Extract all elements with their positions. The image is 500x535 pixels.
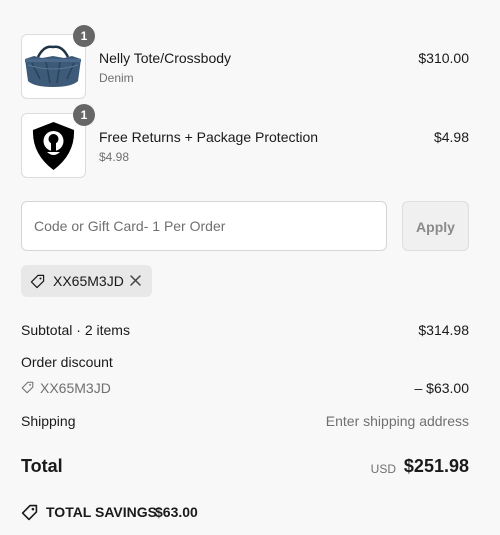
item-price: $310.00 [418, 50, 469, 66]
close-icon[interactable] [129, 274, 142, 287]
discount-code-input[interactable] [21, 201, 387, 251]
quantity-badge: 1 [73, 104, 95, 126]
item-variant: Denim [99, 71, 134, 85]
savings-amount: $63.00 [155, 504, 198, 520]
product-thumbnail: 1 [21, 25, 95, 99]
discount-code-row: XX65M3JD [21, 380, 111, 396]
item-title: Free Returns + Package Protection [99, 129, 319, 145]
applied-discount-chip: XX65M3JD [21, 265, 152, 297]
savings-label: TOTAL SAVINGS [46, 504, 157, 520]
total-label: Total [21, 456, 63, 476]
subtotal-label: Subtotal · 2 items [21, 322, 130, 338]
shield-keyhole-icon [32, 122, 75, 170]
tag-icon [30, 274, 45, 289]
subtotal-value: $314.98 [418, 322, 469, 338]
total-currency: USD [370, 462, 396, 476]
item-price: $4.98 [433, 129, 469, 145]
quantity-badge: 1 [73, 25, 95, 47]
order-discount-label: Order discount [21, 354, 113, 370]
product-thumbnail: 1 [21, 104, 95, 178]
discount-code-text: XX65M3JD [40, 380, 111, 396]
shipping-value: Enter shipping address [325, 413, 469, 429]
denim-tote-bag-icon [25, 45, 81, 87]
apply-button[interactable]: Apply [402, 201, 469, 251]
tag-icon [21, 381, 34, 394]
line-item: 1 Nelly Tote/Crossbody Denim $310.00 [21, 25, 469, 99]
shipping-label: Shipping [21, 413, 76, 429]
discount-value: – $63.00 [414, 380, 470, 396]
tag-icon [21, 504, 38, 521]
item-variant: $4.98 [99, 150, 130, 164]
applied-code-label: XX65M3JD [53, 273, 124, 289]
item-title: Nelly Tote/Crossbody [99, 50, 232, 66]
line-item: 1 Free Returns + Package Protection $4.9… [21, 104, 469, 178]
total-amount: $251.98 [403, 456, 469, 476]
